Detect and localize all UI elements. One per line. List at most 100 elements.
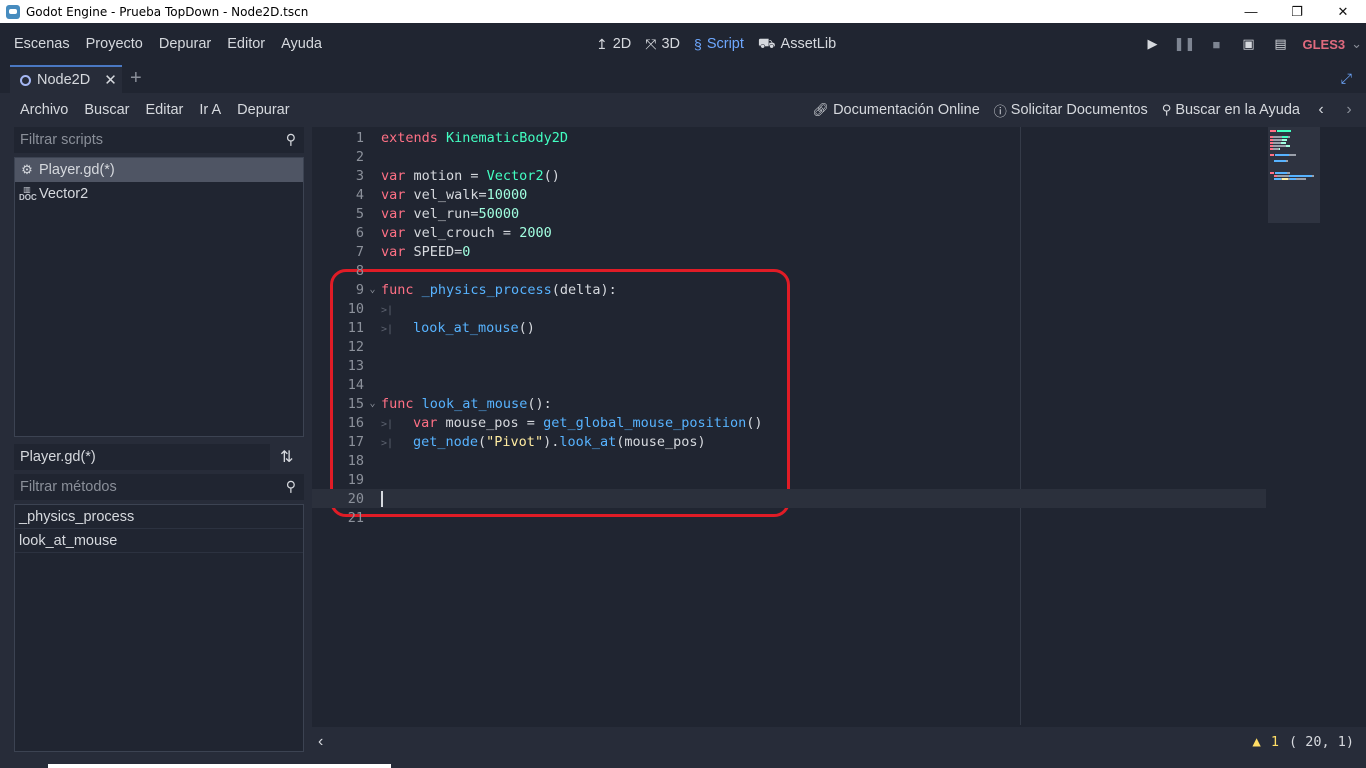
toggle-scripts-panel-icon[interactable]: ‹	[318, 733, 323, 751]
line-number: 18	[347, 452, 364, 469]
line-number: 5	[355, 205, 364, 222]
code-token: get_node	[413, 433, 479, 450]
workspace-3d-label: 3D	[661, 36, 681, 52]
menu-archivo[interactable]: Archivo	[12, 102, 76, 118]
code-text: func look_at_mouse():	[381, 396, 552, 412]
code-line[interactable]: 6 var vel_crouch = 2000	[312, 223, 1266, 242]
code-line[interactable]: 4 var vel_walk=10000	[312, 185, 1266, 204]
code-line[interactable]: 8	[312, 261, 1266, 280]
code-line[interactable]: 3 var motion = Vector2()	[312, 166, 1266, 185]
code-line[interactable]: 12	[312, 337, 1266, 356]
distraction-free-icon[interactable]: ⤢	[1341, 70, 1352, 87]
list-item[interactable]: ⚙ Player.gd(*)	[15, 158, 303, 182]
workspace-2d-button[interactable]: ↥ 2D	[596, 36, 631, 53]
code-line[interactable]: 16 >| var mouse_pos = get_global_mouse_pos…	[312, 413, 1266, 432]
menu-depurar-script[interactable]: Depurar	[229, 102, 297, 118]
maximize-button[interactable]: ❐	[1274, 0, 1320, 23]
line-number: 10	[347, 300, 364, 317]
code-line[interactable]: 20	[312, 489, 1266, 508]
code-line[interactable]: 13	[312, 356, 1266, 375]
stop-icon[interactable]: ■	[1200, 37, 1232, 52]
code-line[interactable]: 18	[312, 451, 1266, 470]
workspace-script-button[interactable]: § Script	[694, 36, 744, 52]
fold-arrow-icon[interactable]: ⌄	[364, 398, 381, 409]
history-forward-icon[interactable]: ›	[1342, 101, 1356, 119]
workspace-script-label: Script	[706, 36, 744, 52]
menu-depurar[interactable]: Depurar	[151, 36, 219, 52]
search-help-button[interactable]: ⚲ Buscar en la Ayuda	[1162, 102, 1300, 118]
tab-indicator: >|	[381, 304, 394, 316]
sort-icon[interactable]: ⇅	[280, 447, 293, 467]
list-item[interactable]: ▥ DOC Vector2	[15, 182, 303, 206]
menu-ayuda[interactable]: Ayuda	[273, 36, 330, 52]
play-scene-icon[interactable]: ▣	[1232, 36, 1264, 52]
code-line[interactable]: 5 var vel_run=50000	[312, 204, 1266, 223]
scripts-list: ⚙ Player.gd(*) ▥ DOC Vector2	[14, 157, 304, 437]
code-line[interactable]: 1 extends KinematicBody2D	[312, 128, 1266, 147]
menu-proyecto[interactable]: Proyecto	[78, 36, 151, 52]
menu-buscar[interactable]: Buscar	[76, 102, 137, 118]
request-docs-button[interactable]: ⓘ Solicitar Documentos	[994, 101, 1148, 120]
line-number: 14	[347, 376, 364, 393]
play-icon[interactable]: ▶	[1136, 36, 1168, 52]
code-line[interactable]: 7 var SPEED=0	[312, 242, 1266, 261]
code-token: KinematicBody2D	[446, 129, 568, 146]
close-tab-icon[interactable]: ✕	[104, 71, 117, 89]
menu-escenas[interactable]: Escenas	[6, 36, 78, 52]
code-line[interactable]: 11 >| look_at_mouse()	[312, 318, 1266, 337]
menu-editor[interactable]: Editor	[219, 36, 273, 52]
code-line[interactable]: 19	[312, 470, 1266, 489]
code-line[interactable]: 17 >| get_node("Pivot").look_at(mouse_pos)	[312, 432, 1266, 451]
fold-arrow-icon[interactable]: ⌄	[364, 284, 381, 295]
script-icon: §	[694, 36, 702, 52]
code-line[interactable]: 9 ⌄ func _physics_process(delta):	[312, 280, 1266, 299]
method-item[interactable]: _physics_process	[15, 505, 303, 529]
code-line[interactable]: 14	[312, 375, 1266, 394]
code-text: >| get_node("Pivot").look_at(mouse_pos)	[381, 434, 706, 450]
minimap[interactable]	[1268, 127, 1320, 223]
code-line[interactable]: 2	[312, 147, 1266, 166]
close-window-button[interactable]: ✕	[1320, 0, 1366, 23]
history-back-icon[interactable]: ‹	[1314, 101, 1328, 119]
methods-list: _physics_process look_at_mouse	[14, 504, 304, 752]
filter-scripts-input[interactable]: Filtrar scripts ⚲	[14, 127, 304, 153]
script-menu: Archivo Buscar Editar Ir A Depurar	[0, 102, 298, 118]
line-number: 9	[355, 281, 364, 298]
code-line[interactable]: 21	[312, 508, 1266, 527]
method-item[interactable]: look_at_mouse	[15, 529, 303, 553]
line-number: 4	[355, 186, 364, 203]
filter-methods-input[interactable]: Filtrar métodos ⚲	[14, 474, 304, 500]
code-token: look_at_mouse	[413, 319, 519, 336]
add-scene-icon[interactable]: +	[130, 67, 142, 90]
chevron-down-icon: ⌄	[1351, 36, 1362, 51]
renderer-selector[interactable]: GLES3 ⌄	[1296, 36, 1366, 52]
menu-editar[interactable]: Editar	[138, 102, 192, 118]
code-token: var	[381, 167, 406, 184]
code-editor[interactable]: 1 extends KinematicBody2D 2 3 var motion = V…	[312, 127, 1366, 727]
workspace-3d-button[interactable]: ⤧ 3D	[645, 36, 680, 53]
play-custom-scene-icon[interactable]: ▤	[1264, 36, 1296, 52]
code-text: >| var mouse_pos = get_global_mouse_posit…	[381, 415, 763, 431]
code-text: >| look_at_mouse()	[381, 320, 535, 336]
minimap-segment	[1273, 145, 1286, 147]
minimize-button[interactable]: —	[1228, 0, 1274, 23]
minimap-segment	[1288, 136, 1290, 138]
workspace-assetlib-button[interactable]: ⛟ AssetLib	[758, 35, 836, 54]
link-icon: 🔗︎	[812, 102, 830, 117]
search-icon: ⚲	[285, 131, 296, 147]
code-line[interactable]: 10 >|	[312, 299, 1266, 318]
online-docs-label: Documentación Online	[833, 102, 980, 118]
renderer-label: GLES3	[1302, 36, 1346, 52]
pause-icon[interactable]: ❚❚	[1168, 36, 1200, 52]
warning-icon[interactable]: ▲	[1252, 734, 1260, 750]
gear-icon: ⚙	[21, 162, 33, 177]
code-token: ).	[543, 433, 560, 450]
warning-count[interactable]: 1	[1271, 734, 1279, 750]
scene-tab-node2d[interactable]: Node2D ✕	[10, 65, 122, 93]
current-script-name: Player.gd(*)	[14, 444, 270, 470]
code-line[interactable]: 15 ⌄ func look_at_mouse():	[312, 394, 1266, 413]
code-text: extends KinematicBody2D	[381, 130, 568, 146]
online-docs-button[interactable]: 🔗︎ Documentación Online	[813, 102, 980, 118]
menu-ir-a[interactable]: Ir A	[191, 102, 229, 118]
